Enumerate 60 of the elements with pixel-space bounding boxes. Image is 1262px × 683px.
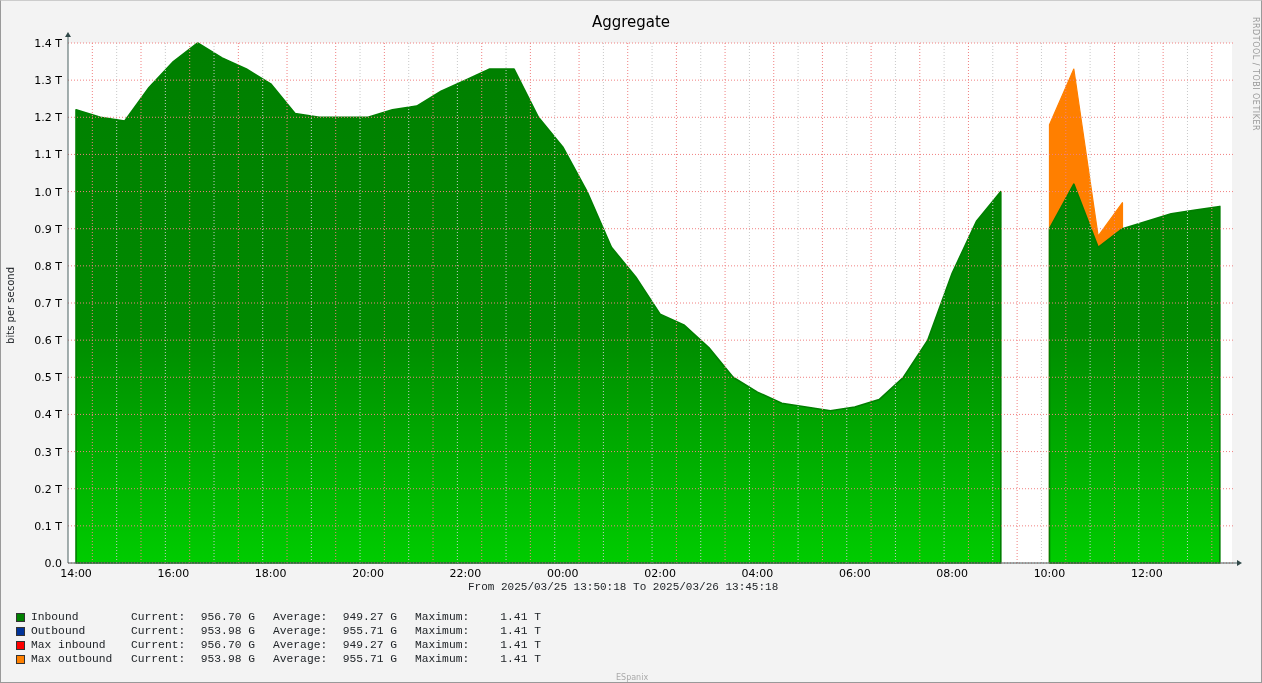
legend-value: 1.41 T: [500, 653, 541, 666]
legend-value: 1.41 T: [500, 639, 541, 652]
legend-value: 956.70 G: [200, 639, 255, 652]
y-tick-label: 0.1 T: [34, 519, 62, 533]
x-tick-label: 14:00: [60, 567, 92, 579]
time-range-text: From 2025/03/25 13:50:18 To 2025/03/26 13:45:18: [468, 581, 779, 594]
legend-value: 949.27 G: [342, 611, 397, 624]
footer-text: ESpanix: [616, 672, 649, 683]
legend-value: 1.41 T: [500, 625, 541, 638]
legend-label: Current:: [131, 625, 187, 638]
x-tick-label: 08:00: [936, 567, 968, 579]
legend-label: Current:: [131, 653, 187, 666]
y-tick-label: 1.0 T: [34, 185, 62, 199]
x-tick-label: 20:00: [352, 567, 384, 579]
x-tick-label: 18:00: [254, 567, 287, 579]
x-tick-label: 04:00: [741, 567, 774, 579]
x-tick-label: 10:00: [1033, 567, 1066, 579]
y-tick-label: 0.3 T: [34, 445, 62, 459]
legend-label: Current:: [131, 639, 187, 652]
legend-label: Current:: [131, 611, 187, 624]
x-tick-label: 12:00: [1130, 567, 1163, 579]
x-tick-label: 22:00: [449, 567, 482, 579]
legend-value: 949.27 G: [342, 639, 397, 652]
y-tick-label: 0.8 T: [34, 259, 62, 273]
side-credit-text: RRDTOOL / TOBI OETIKER: [1250, 17, 1261, 132]
y-tick-label: 0.6 T: [34, 334, 62, 348]
legend-label: Average:: [273, 653, 328, 666]
legend-value: 955.71 G: [342, 653, 397, 666]
x-tick-label: 02:00: [644, 567, 676, 579]
legend-value: 1.41 T: [500, 611, 541, 624]
y-tick-label: 0.9 T: [34, 222, 62, 236]
legend-label: Maximum:: [415, 611, 470, 624]
legend-value: 956.70 G: [200, 611, 255, 624]
legend-name: Outbound: [31, 625, 87, 638]
y-tick-label: 1.4 T: [34, 37, 62, 50]
y-tick-label: 0.5 T: [34, 371, 62, 385]
x-tick-label: 16:00: [157, 567, 190, 579]
y-tick-label: 0.0: [44, 557, 62, 570]
legend-value: 955.71 G: [342, 625, 397, 638]
y-tick-label: 0.2 T: [34, 482, 62, 496]
legend-label: Maximum:: [415, 639, 470, 652]
legend-name: Inbound: [31, 611, 80, 624]
legend-value: 953.98 G: [200, 625, 255, 638]
y-axis-label: bits per second: [4, 266, 17, 344]
legend-label: Maximum:: [415, 625, 470, 638]
y-tick-label: 1.1 T: [34, 148, 62, 162]
y-tick-label: 1.2 T: [34, 111, 62, 125]
legend-name: Max outbound: [31, 653, 114, 666]
y-tick-label: 0.7 T: [34, 297, 62, 310]
legend-label: Average:: [273, 611, 328, 624]
legend-name: Max inbound: [31, 639, 107, 652]
legend-label: Average:: [273, 625, 328, 638]
y-tick-label: 1.3 T: [34, 74, 62, 88]
x-tick-label: 06:00: [838, 567, 871, 579]
y-tick-label: 0.4 T: [34, 408, 62, 422]
legend-value: 953.98 G: [200, 653, 255, 666]
legend-label: Maximum:: [415, 653, 470, 666]
x-tick-label: 00:00: [546, 567, 579, 579]
chart-title: Aggregate: [591, 13, 671, 31]
legend-label: Average:: [273, 639, 328, 652]
